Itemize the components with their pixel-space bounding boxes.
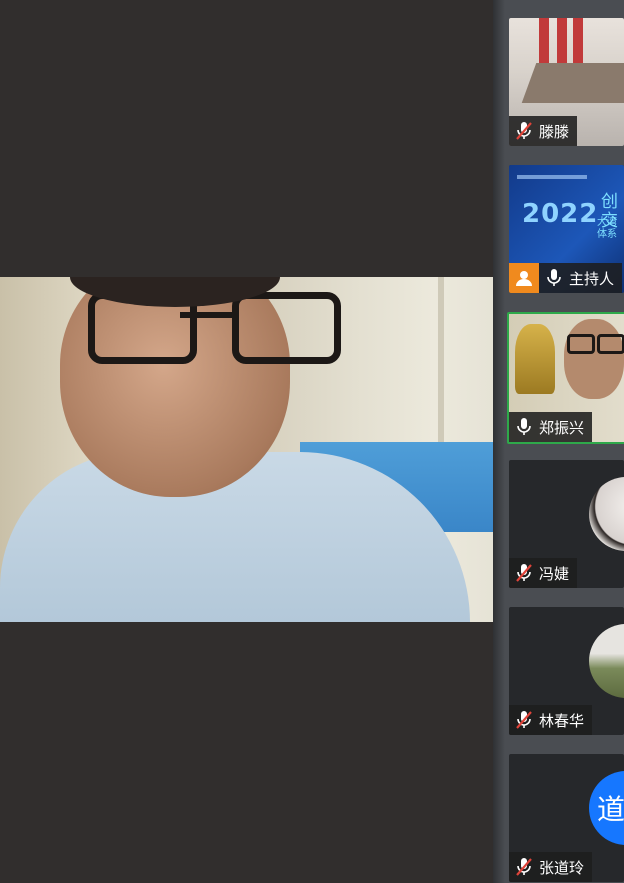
microphone-muted-icon[interactable] xyxy=(509,705,539,735)
participant-avatar xyxy=(589,477,624,551)
participant-name: 冯婕 xyxy=(539,564,570,583)
slide-subtitle-line: 体系 xyxy=(597,229,617,240)
participant-name: 林春华 xyxy=(539,711,585,730)
slide-year: 2022 xyxy=(522,199,599,229)
participant-tile[interactable]: 滕滕 xyxy=(509,18,624,146)
microphone-muted-icon[interactable] xyxy=(509,558,539,588)
main-video-feed[interactable] xyxy=(0,277,493,622)
glasses-left-lens xyxy=(567,334,595,354)
participant-name-bar: 滕滕 xyxy=(509,116,578,146)
microphone-icon[interactable] xyxy=(509,412,539,442)
microphone-icon[interactable] xyxy=(539,263,569,293)
host-user-icon xyxy=(509,263,539,293)
speaker-face xyxy=(60,277,341,497)
participant-name: 郑振兴 xyxy=(539,418,585,437)
slide-subtitle: 大湾 体系 xyxy=(597,217,617,241)
glasses-bridge xyxy=(180,312,235,318)
participant-name-bar: 林春华 xyxy=(509,705,593,735)
rail-edge xyxy=(493,0,505,883)
slide-subtitle-line: 大湾 xyxy=(597,217,617,228)
participant-name-bar: 郑振兴 xyxy=(509,412,593,442)
participant-name: 张道玲 xyxy=(539,858,585,877)
participant-tile[interactable]: 林春华 xyxy=(509,607,624,735)
slide-header-text xyxy=(517,175,587,179)
participant-tile[interactable]: 冯婕 xyxy=(509,460,624,588)
conference-table xyxy=(521,63,624,103)
microphone-muted-icon[interactable] xyxy=(509,116,539,146)
participant-name-bar: 主持人 xyxy=(509,263,623,293)
glasses-right-lens xyxy=(232,292,341,364)
participant-name: 滕滕 xyxy=(539,122,570,141)
avatar-initial: 道 xyxy=(597,793,624,826)
participant-tile[interactable]: 道 张道玲 xyxy=(509,754,624,882)
participant-name-bar: 张道玲 xyxy=(509,852,593,882)
main-stage xyxy=(0,0,493,883)
participant-name: 主持人 xyxy=(569,269,615,288)
glasses-right-lens xyxy=(597,334,624,354)
microphone-muted-icon[interactable] xyxy=(509,852,539,882)
participant-avatar xyxy=(589,624,624,698)
participant-tile[interactable]: 2022 创交 大湾 体系 主持人 xyxy=(509,165,624,293)
trophy-decor xyxy=(515,324,555,394)
participant-tile-active[interactable]: 郑振兴 xyxy=(507,312,624,444)
participant-face xyxy=(564,319,624,399)
participant-avatar: 道 xyxy=(589,771,624,845)
participant-name-bar: 冯婕 xyxy=(509,558,578,588)
